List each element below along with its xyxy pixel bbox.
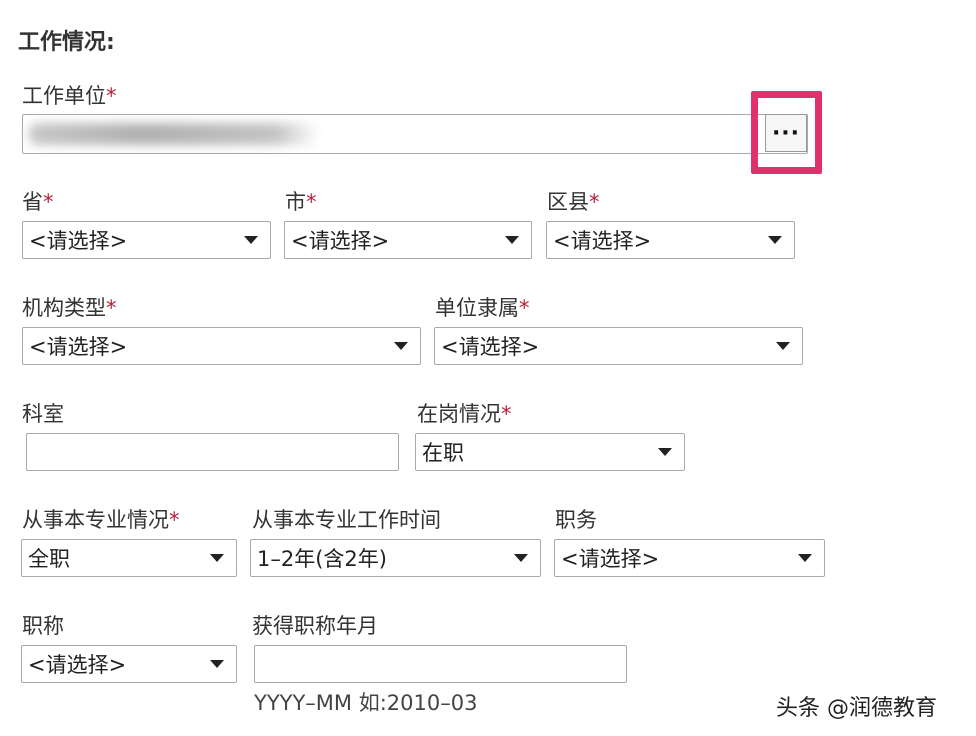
position-select-value: <请选择>: [561, 547, 660, 571]
district-select[interactable]: <请选择>: [546, 221, 795, 259]
major-status-label-text: 从事本专业情况: [22, 508, 169, 532]
org-type-select[interactable]: <请选择>: [22, 327, 421, 365]
dropdown-arrow-icon: [244, 236, 258, 244]
unit-affiliation-label-text: 单位隶属: [435, 296, 519, 320]
title-date-label: 获得职称年月: [252, 610, 378, 640]
dropdown-arrow-icon: [776, 342, 790, 350]
work-unit-label-text: 工作单位: [22, 84, 106, 108]
org-type-label: 机构类型*: [22, 292, 117, 322]
major-status-select-value: 全职: [28, 547, 70, 571]
required-mark: *: [306, 190, 317, 214]
city-select[interactable]: <请选择>: [284, 221, 532, 259]
district-select-value: <请选择>: [553, 229, 652, 253]
required-mark: *: [501, 402, 512, 426]
province-label: 省*: [22, 186, 54, 216]
major-time-select[interactable]: 1–2年(含2年): [250, 539, 541, 577]
title-select[interactable]: <请选择>: [21, 645, 237, 683]
major-status-select[interactable]: 全职: [21, 539, 237, 577]
post-status-label: 在岗情况*: [417, 398, 512, 428]
dropdown-arrow-icon: [210, 554, 224, 562]
title-label: 职称: [22, 610, 64, 640]
city-label-text: 市: [285, 190, 306, 214]
work-unit-input[interactable]: [22, 114, 808, 154]
blurred-value: [29, 123, 319, 145]
department-label-text: 科室: [22, 402, 64, 426]
org-type-label-text: 机构类型: [22, 296, 106, 320]
province-label-text: 省: [22, 190, 43, 214]
post-status-select-value: 在职: [422, 441, 464, 465]
dropdown-arrow-icon: [658, 448, 672, 456]
post-status-label-text: 在岗情况: [417, 402, 501, 426]
required-mark: *: [519, 296, 530, 320]
position-label: 职务: [555, 504, 597, 534]
district-label-text: 区县: [547, 190, 589, 214]
org-type-select-value: <请选择>: [29, 335, 128, 359]
title-select-value: <请选择>: [28, 653, 127, 677]
dropdown-arrow-icon: [514, 554, 528, 562]
title-date-label-text: 获得职称年月: [252, 614, 378, 638]
major-status-label: 从事本专业情况*: [22, 504, 180, 534]
required-mark: *: [169, 508, 180, 532]
major-time-select-value: 1–2年(含2年): [257, 547, 387, 571]
dropdown-arrow-icon: [394, 342, 408, 350]
dropdown-arrow-icon: [768, 236, 782, 244]
department-input[interactable]: [26, 433, 399, 471]
province-select[interactable]: <请选择>: [22, 221, 271, 259]
city-select-value: <请选择>: [291, 229, 390, 253]
position-label-text: 职务: [555, 508, 597, 532]
unit-affiliation-select[interactable]: <请选择>: [434, 327, 803, 365]
ellipsis-icon: ···: [771, 120, 801, 146]
position-select[interactable]: <请选择>: [554, 539, 825, 577]
work-unit-browse-button[interactable]: ···: [765, 114, 807, 152]
work-unit-label: 工作单位*: [22, 80, 117, 110]
department-label: 科室: [22, 398, 64, 428]
required-mark: *: [589, 190, 600, 214]
title-date-hint: YYYY–MM 如:2010–03: [254, 691, 478, 715]
post-status-select[interactable]: 在职: [415, 433, 685, 471]
required-mark: *: [106, 296, 117, 320]
section-title: 工作情况:: [18, 30, 115, 55]
dropdown-arrow-icon: [798, 554, 812, 562]
required-mark: *: [106, 84, 117, 108]
title-date-input[interactable]: [254, 645, 627, 683]
title-label-text: 职称: [22, 614, 64, 638]
city-label: 市*: [285, 186, 317, 216]
province-select-value: <请选择>: [29, 229, 128, 253]
district-label: 区县*: [547, 186, 600, 216]
watermark: 头条 @润德教育: [776, 696, 937, 721]
major-time-label-text: 从事本专业工作时间: [252, 508, 441, 532]
dropdown-arrow-icon: [210, 660, 224, 668]
required-mark: *: [43, 190, 54, 214]
major-time-label: 从事本专业工作时间: [252, 504, 441, 534]
unit-affiliation-select-value: <请选择>: [441, 335, 540, 359]
dropdown-arrow-icon: [505, 236, 519, 244]
unit-affiliation-label: 单位隶属*: [435, 292, 530, 322]
